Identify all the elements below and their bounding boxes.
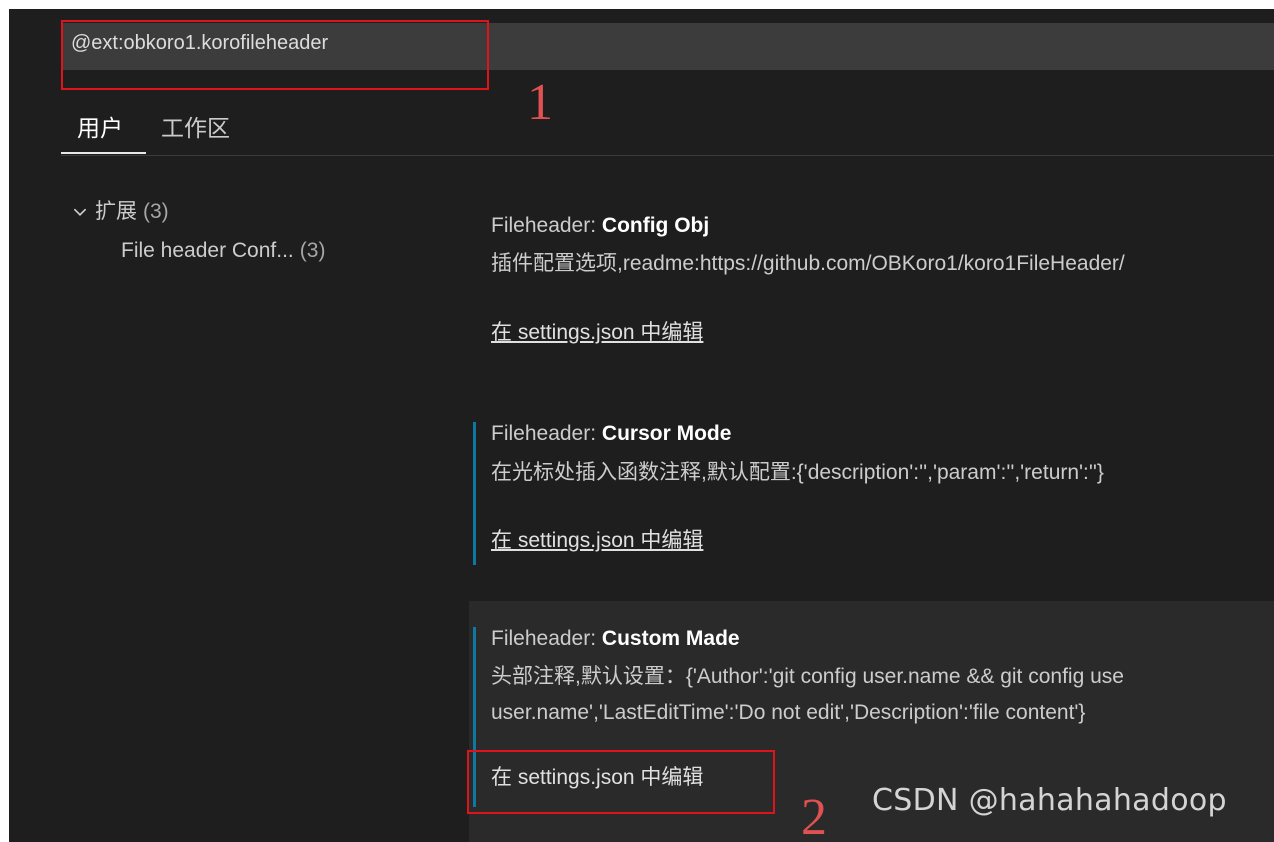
setting-title: Fileheader: Cursor Mode — [491, 422, 731, 446]
settings-scope-tabs: 用户 工作区 — [61, 101, 1274, 156]
edit-in-settings-json-link[interactable]: 在 settings.json 中编辑 — [491, 524, 703, 554]
toc-item-count: (3) — [299, 239, 326, 262]
setting-description: 插件配置选项,readme:https://github.com/OBKoro1… — [491, 252, 1125, 275]
setting-cursor-mode: Fileheader: Cursor Mode 在光标处插入函数注释,默认配置:… — [469, 412, 1274, 572]
annotation-number-2: 2 — [801, 789, 827, 842]
active-tab-indicator — [61, 152, 146, 154]
setting-category: Fileheader: — [491, 422, 597, 445]
setting-description-line-2: user.name','LastEditTime':'Do not edit',… — [491, 701, 1086, 724]
setting-category: Fileheader: — [491, 214, 597, 237]
annotation-number-1: 1 — [527, 74, 553, 131]
toc-group-label: 扩展 — [95, 200, 137, 223]
setting-config-obj: Fileheader: Config Obj 插件配置选项,readme:htt… — [469, 204, 1274, 364]
setting-description: 在光标处插入函数注释,默认配置:{'description':'','param… — [491, 461, 1104, 484]
watermark-text: CSDN @hahahahadoop — [872, 783, 1227, 818]
setting-name: Cursor Mode — [601, 422, 732, 445]
toc-group-count: (3) — [143, 200, 169, 223]
toc-item-file-header[interactable]: File header Conf... (3) — [121, 239, 325, 263]
tab-workspace[interactable]: 工作区 — [161, 109, 230, 143]
edit-in-settings-json-link[interactable]: 在 settings.json 中编辑 — [491, 316, 703, 346]
chevron-down-icon — [73, 209, 87, 217]
setting-name: Config Obj — [601, 214, 710, 237]
setting-title: Fileheader: Config Obj — [491, 214, 709, 238]
modified-indicator — [473, 422, 476, 565]
setting-name: Custom Made — [601, 627, 740, 650]
toc-item-label: File header Conf... — [121, 239, 294, 262]
toc-group-extensions[interactable]: 扩展 (3) — [71, 195, 169, 225]
setting-title: Fileheader: Custom Made — [491, 627, 740, 651]
setting-description-line-1: 头部注释,默认设置：{'Author':'git config user.nam… — [491, 665, 1124, 688]
annotation-box-search — [61, 20, 489, 90]
annotation-box-edit-link — [467, 750, 775, 814]
setting-category: Fileheader: — [491, 627, 597, 650]
tab-user[interactable]: 用户 — [77, 109, 123, 143]
settings-editor: @ext:obkoro1.korofileheader 用户 工作区 扩展 (3)… — [9, 9, 1274, 842]
